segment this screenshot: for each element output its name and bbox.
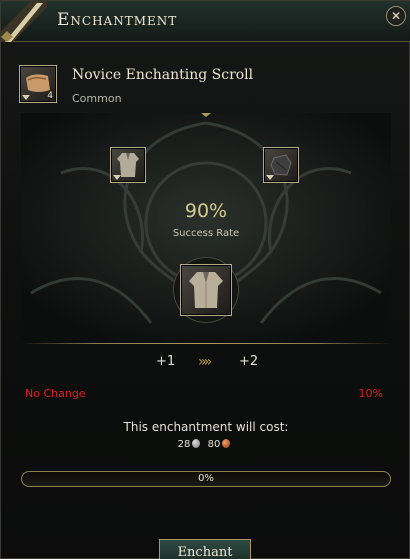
target-item-slot[interactable] xyxy=(110,147,146,183)
window-title: Enchantment xyxy=(57,10,178,30)
cost-label: This enchantment will cost: xyxy=(123,420,289,434)
material-slot[interactable] xyxy=(263,147,299,183)
enchant-button[interactable]: Enchant xyxy=(159,539,251,559)
enchantment-window: Enchantment ✕ 4 Novice Enchanting Scroll… xyxy=(0,0,410,559)
copper-coin-icon xyxy=(222,439,231,448)
divider xyxy=(21,343,391,344)
sword-icon xyxy=(1,1,47,42)
silver-coin-icon xyxy=(192,439,201,448)
level-to: +2 xyxy=(239,354,259,369)
double-chevron-icon: »» xyxy=(198,354,212,370)
scroll-rarity: Common xyxy=(72,92,122,105)
cost-row: 28 80 xyxy=(1,439,410,450)
slot-marker-icon xyxy=(266,175,274,180)
armor-icon xyxy=(189,272,223,308)
fail-chance-value: 10% xyxy=(358,387,383,400)
slot-marker-icon xyxy=(22,95,30,100)
result-item-slot[interactable] xyxy=(180,264,232,316)
cost-copper-value: 80 xyxy=(207,439,221,450)
level-from: +1 xyxy=(156,354,176,369)
close-button[interactable]: ✕ xyxy=(386,6,406,26)
success-rate-label: Success Rate xyxy=(172,228,240,239)
scroll-count: 4 xyxy=(47,91,53,101)
enchant-progress-bar: 0% xyxy=(21,471,391,487)
progress-label: 0% xyxy=(198,473,214,484)
scroll-item-row: 4 Novice Enchanting Scroll Common xyxy=(1,43,410,113)
cost-silver-value: 28 xyxy=(177,439,191,450)
fail-result-label: No Change xyxy=(25,387,86,400)
scroll-name: Novice Enchanting Scroll xyxy=(72,67,254,83)
scroll-slot[interactable]: 4 xyxy=(19,65,57,103)
slot-marker-icon xyxy=(113,175,121,180)
success-rate-value: 90% xyxy=(184,200,228,222)
window-header: Enchantment ✕ xyxy=(1,1,410,42)
